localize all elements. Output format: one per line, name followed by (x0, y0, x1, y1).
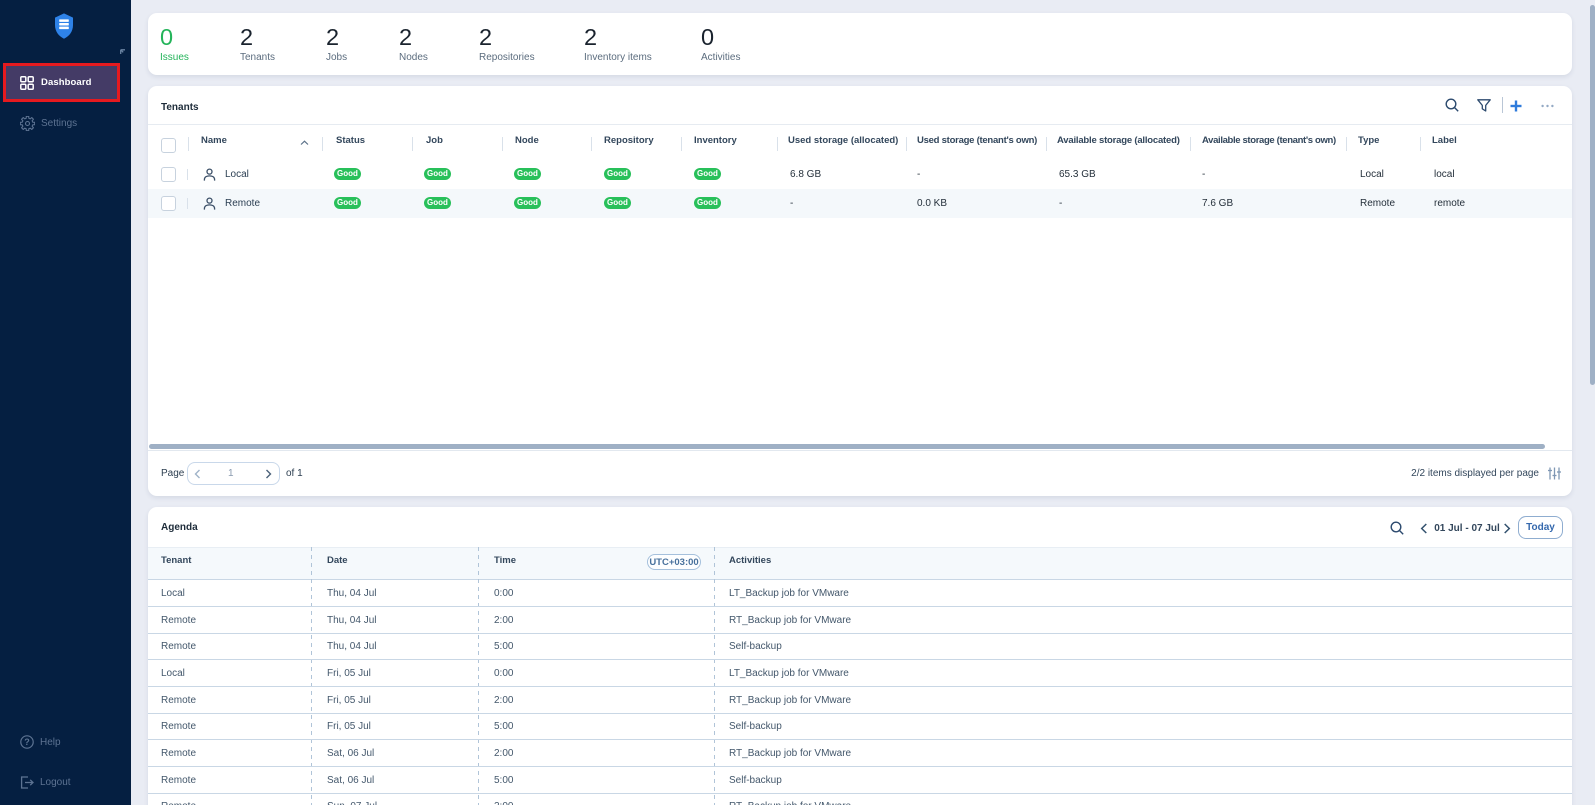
svg-text:?: ? (24, 737, 30, 747)
